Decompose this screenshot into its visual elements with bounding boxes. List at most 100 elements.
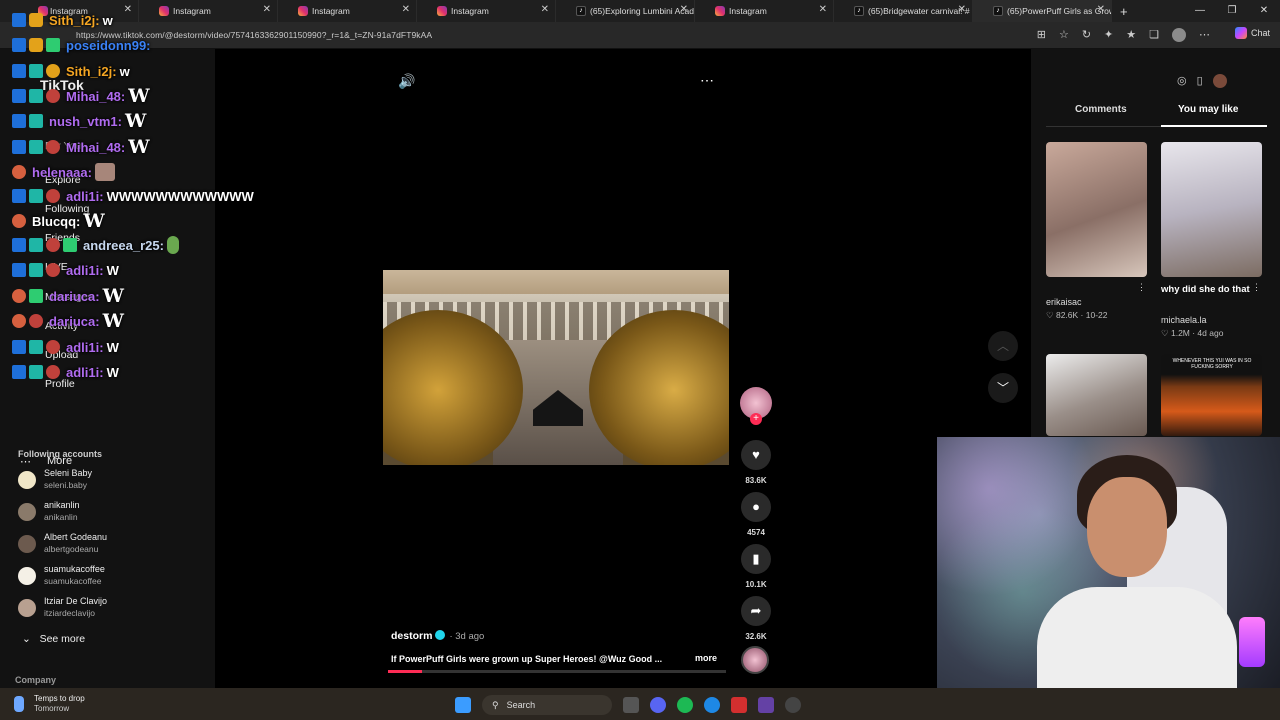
suggested-video-thumbnail[interactable] (1046, 354, 1147, 436)
following-account[interactable]: anikanlin anikanlin (18, 500, 208, 528)
close-icon[interactable]: ✕ (541, 4, 549, 15)
video-player[interactable] (383, 270, 729, 465)
follow-plus-icon[interactable]: + (750, 413, 762, 425)
taskbar-search[interactable]: ⚲ Search (482, 695, 612, 715)
tab-title: Instagram (451, 6, 489, 16)
chat-message: poseidonn99: (12, 35, 151, 55)
search-label: Search (506, 700, 536, 710)
account-handle: itziardeclavijo (44, 608, 96, 618)
tab-you-may-like[interactable]: You may like (1178, 104, 1238, 115)
chat-message: Mihai_48: W (12, 136, 150, 158)
emote-icon (94, 163, 115, 181)
like-action[interactable]: ♥ 83.6K (740, 440, 772, 485)
obs-icon[interactable] (731, 697, 747, 713)
more-options-icon[interactable]: ⋯ (700, 72, 714, 89)
next-video-button[interactable]: ﹀ (988, 373, 1018, 403)
badge-icon (12, 314, 26, 328)
close-icon[interactable]: ✕ (402, 4, 410, 15)
video-author[interactable]: destorm · 3d ago (391, 630, 484, 642)
badge-icon (12, 365, 26, 379)
minimize-icon[interactable]: — (1184, 0, 1216, 22)
suggested-user[interactable]: erikaisac (1046, 297, 1082, 307)
suggested-video-thumbnail[interactable] (1161, 142, 1262, 277)
chat-text: W (102, 310, 124, 332)
following-account[interactable]: Albert Godeanu albertgodeanu (18, 532, 208, 560)
close-icon[interactable]: ✕ (958, 4, 966, 15)
suggested-video-thumbnail[interactable] (1046, 142, 1147, 277)
spotify-icon[interactable] (677, 697, 693, 713)
save-action[interactable]: ▮ 10.1K (740, 544, 772, 589)
badge-icon (12, 189, 26, 203)
browser-tab[interactable]: Instagram ✕ (417, 0, 556, 22)
stream-chat-overlay: Sith_i2j: w poseidonn99: Sith_i2j: w Mihai… (0, 0, 300, 400)
chat-message: adli1i: WWWWWWWWWWWW (12, 186, 254, 206)
following-account[interactable]: Seleni Baby seleni.baby (18, 468, 208, 496)
comment-action[interactable]: ● 4574 (740, 492, 772, 537)
browser-tab[interactable]: ♪ (65)Bridgewater carnival! # ✕ (834, 0, 973, 22)
more-dots-icon[interactable]: ⋮ (1137, 282, 1146, 293)
suggested-user[interactable]: michaela.la (1161, 315, 1207, 325)
instagram-icon (715, 6, 725, 16)
search-icon: ⚲ (492, 699, 499, 710)
close-icon[interactable]: ✕ (819, 4, 827, 15)
previous-video-button[interactable]: ︿ (988, 331, 1018, 361)
streamer-webcam (937, 437, 1280, 695)
suggested-video-thumbnail[interactable]: WHENEVER THIS YUI WAS IN SO FUCKING SORR… (1161, 354, 1262, 436)
twitch-icon[interactable] (758, 697, 774, 713)
right-panel-icons: ◎ ▯ (1177, 74, 1227, 88)
close-window-icon[interactable]: ✕ (1248, 0, 1280, 22)
windows-start-icon[interactable] (455, 697, 471, 713)
chat-username: poseidonn99: (66, 37, 151, 53)
settings-icon[interactable] (785, 697, 801, 713)
close-icon[interactable]: ✕ (1097, 4, 1105, 15)
favorites-icon[interactable]: ★ (1126, 28, 1136, 42)
compass-icon[interactable]: ◎ (1177, 74, 1187, 88)
more-dots-icon[interactable]: ⋮ (1252, 282, 1261, 293)
refresh-icon[interactable]: ↻ (1082, 28, 1091, 42)
app-icon[interactable]: ⊞ (1037, 28, 1046, 42)
tab-title: Instagram (312, 6, 350, 16)
browser-tab-active[interactable]: ♪ (65)PowerPuff Girls as Grow ✕ (973, 0, 1112, 22)
discord-icon[interactable] (650, 697, 666, 713)
tab-comments[interactable]: Comments (1075, 104, 1127, 115)
badge-icon (29, 64, 43, 78)
user-avatar[interactable] (1212, 74, 1227, 88)
profile-avatar[interactable] (1172, 28, 1186, 42)
chat-message: adli1i: W (12, 337, 119, 357)
account-name: anikanlin (44, 500, 80, 510)
share-action[interactable]: ➦ 32.6K (740, 596, 772, 641)
restore-icon[interactable]: ❐ (1216, 0, 1248, 22)
following-account[interactable]: suamukacoffee suamukacoffee (18, 564, 208, 592)
crown-badge-icon (29, 38, 43, 52)
extensions-icon[interactable]: ✦ (1104, 28, 1113, 42)
badge-icon (46, 89, 60, 103)
chat-username: andreea_r25: (83, 237, 164, 253)
post-time: · 3d ago (449, 631, 485, 642)
browser-tab[interactable]: ♪ (65)Exploring Lumbini Acad ✕ (556, 0, 695, 22)
star-icon[interactable]: ☆ (1059, 28, 1069, 42)
caption-more-button[interactable]: more (695, 653, 717, 663)
copilot-chat-button[interactable]: Chat (1234, 27, 1270, 39)
chat-text: W (102, 285, 124, 307)
weather-widget[interactable]: Temps to drop Tomorrow (34, 694, 85, 714)
following-account[interactable]: Itziar De Clavijo itziardeclavijo (18, 596, 208, 624)
see-more-button[interactable]: ⌄ See more (22, 633, 85, 645)
music-disc[interactable] (741, 646, 769, 674)
volume-icon[interactable]: 🔊 (398, 73, 415, 90)
company-link[interactable]: Company (15, 675, 56, 685)
task-view-icon[interactable] (623, 697, 639, 713)
badge-icon (29, 189, 43, 203)
chat-message: Mihai_48: W (12, 85, 150, 107)
chat-text: W (128, 136, 150, 158)
badge-icon (46, 189, 60, 203)
close-icon[interactable]: ✕ (680, 4, 688, 15)
badge-icon (46, 263, 60, 277)
video-progress-bar[interactable] (388, 670, 726, 673)
device-icon[interactable]: ▯ (1197, 74, 1203, 88)
edge-icon[interactable] (704, 697, 720, 713)
menu-icon[interactable]: ⋯ (1199, 28, 1210, 42)
browser-tab[interactable]: Instagram ✕ (695, 0, 834, 22)
new-tab-button[interactable]: + (1120, 4, 1128, 19)
collections-icon[interactable]: ❏ (1149, 28, 1159, 42)
badge-icon (46, 238, 60, 252)
